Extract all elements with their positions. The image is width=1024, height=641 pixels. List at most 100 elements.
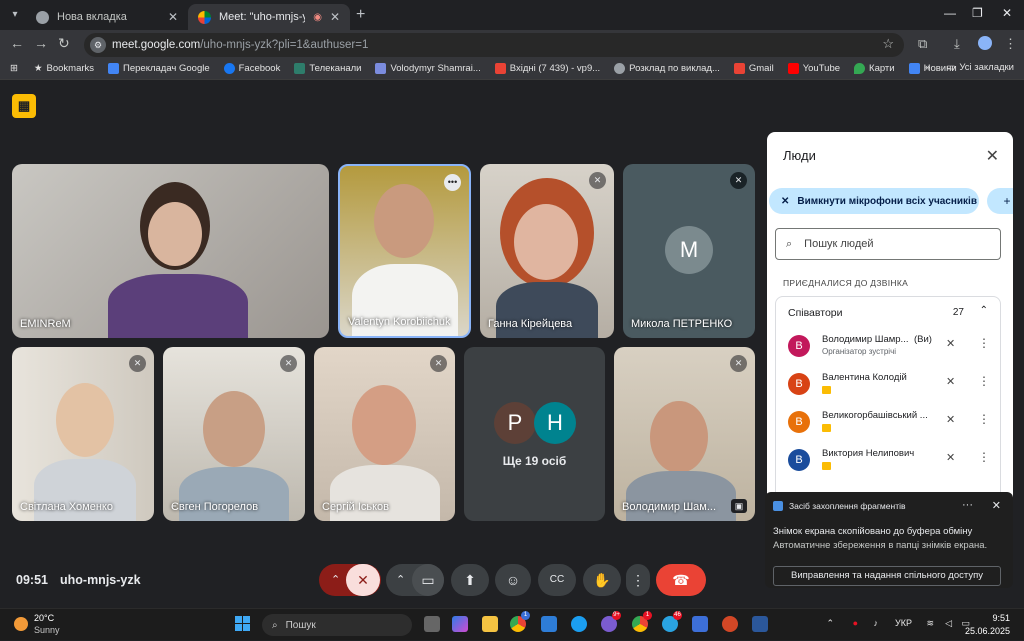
more-options-button[interactable]: ⋮ <box>626 564 650 596</box>
chevron-up-icon[interactable]: ⌃ <box>980 305 988 316</box>
captions-button[interactable]: CC <box>538 564 576 596</box>
all-bookmarks[interactable]: ▭ Усі закладки <box>946 62 1014 73</box>
new-tab-button[interactable]: + <box>356 6 365 24</box>
participant-row[interactable]: В Виктория Нелипович ✕ ⋮ <box>788 445 994 475</box>
apps-icon[interactable]: ⊞ <box>10 63 18 74</box>
video-tile[interactable]: EMINReM <box>12 164 329 338</box>
bookmark-schedule[interactable]: Розклад по виклад... <box>614 63 720 74</box>
mic-off-icon[interactable]: ✕ <box>946 413 955 426</box>
more-vert-icon[interactable]: ⋮ <box>978 336 990 350</box>
sun-icon[interactable] <box>14 617 28 631</box>
more-bookmarks-icon[interactable]: » <box>925 62 930 73</box>
participant-row[interactable]: В Великогорбашівський ... ✕ ⋮ <box>788 407 994 437</box>
folder-icon: ▭ <box>946 62 956 73</box>
forward-icon[interactable]: → <box>34 35 48 51</box>
app-tray-icon[interactable]: ● <box>853 618 858 628</box>
menu-icon[interactable]: ⋮ <box>1004 36 1017 52</box>
photos-icon[interactable] <box>692 616 708 632</box>
more-vert-icon[interactable]: ⋮ <box>978 412 990 426</box>
tab-new-tab[interactable]: Нова вкладка ✕ <box>26 4 188 30</box>
mic-toggle-button[interactable]: ✕ <box>346 564 380 596</box>
url-host: meet.google.com <box>112 39 201 51</box>
bookmark-gmail[interactable]: Gmail <box>733 63 774 74</box>
task-view-icon[interactable] <box>424 616 440 632</box>
mic-off-icon[interactable]: ✕ <box>946 337 955 350</box>
participant-video <box>514 204 578 280</box>
copilot-icon[interactable] <box>452 616 468 632</box>
hand-icon: ✋ <box>593 572 611 588</box>
store-icon[interactable] <box>541 616 557 632</box>
edge-icon[interactable] <box>571 616 587 632</box>
video-tile[interactable]: ✕ Світлана Хоменко <box>12 347 154 521</box>
tab-search-icon[interactable]: ▾ <box>6 6 24 24</box>
mic-off-icon[interactable]: ✕ <box>946 375 955 388</box>
restore-icon[interactable]: ❐ <box>972 6 983 20</box>
close-icon[interactable]: ✕ <box>992 499 1001 512</box>
video-tile[interactable]: ••• Valentyn Korobiichuk <box>338 164 471 338</box>
participant-row[interactable]: В Володимир Шамр... (Ви) Організатор зус… <box>788 331 994 361</box>
chevron-up-icon: ⌃ <box>331 574 341 586</box>
video-tile[interactable]: ✕ Ганна Кірейцева <box>480 164 614 338</box>
windows-start-icon[interactable] <box>235 616 251 632</box>
bookmark-maps[interactable]: Карти <box>854 63 895 74</box>
bookmark-youtube[interactable]: YouTube <box>787 63 840 74</box>
language-indicator[interactable]: УКР <box>895 618 912 628</box>
word-icon[interactable] <box>752 616 768 632</box>
tab-meet[interactable]: Meet: "uho-mnjs-yzk" ◉ ✕ <box>188 4 350 30</box>
raise-hand-button[interactable]: ✋ <box>583 564 621 596</box>
participant-row[interactable]: В Валентина Колодій ✕ ⋮ <box>788 369 994 399</box>
bookmark-star-icon[interactable]: ☆ <box>882 36 894 52</box>
video-tile[interactable]: ✕ Євген Погорелов <box>163 347 305 521</box>
video-tile[interactable]: ✕ ▣ Володимир Шам... <box>614 347 755 521</box>
edit-share-button[interactable]: Виправлення та надання спільного доступу <box>773 566 1001 586</box>
bookmark-tv[interactable]: Телеканали <box>294 63 361 74</box>
more-vert-icon[interactable]: ⋮ <box>978 374 990 388</box>
more-horiz-icon[interactable]: ··· <box>962 499 973 511</box>
back-icon[interactable]: ← <box>10 35 24 51</box>
bookmark-volodymyr[interactable]: Volodymyr Shamrai... <box>375 63 481 74</box>
bookmark-facebook[interactable]: Facebook <box>223 63 280 74</box>
mic-off-icon[interactable]: ✕ <box>946 451 955 464</box>
downloads-icon[interactable]: ⤓ <box>954 36 960 52</box>
chevron-up-icon[interactable]: ⌃ <box>826 618 834 629</box>
mic-icon[interactable]: ♪ <box>874 618 879 628</box>
bookmark-bookmarks[interactable]: ★ Bookmarks <box>34 63 94 74</box>
pip-icon[interactable]: ▣ <box>731 499 747 513</box>
address-bar[interactable]: ⚙ meet.google.com/uho-mnjs-yzk?pli=1&aut… <box>84 33 904 57</box>
people-search-input[interactable]: ⌕ Пошук людей <box>775 228 1001 260</box>
video-tile[interactable]: M ✕ Микола ПЕТРЕНКО <box>623 164 755 338</box>
powerpoint-icon[interactable] <box>722 616 738 632</box>
close-panel-icon[interactable]: ✕ <box>986 146 999 166</box>
close-tab-icon[interactable]: ✕ <box>330 10 340 24</box>
bookmark-translate[interactable]: Перекладач Google <box>108 63 210 74</box>
site-info-icon[interactable]: ⚙ <box>90 37 106 53</box>
more-vert-icon[interactable]: ⋮ <box>978 450 990 464</box>
taskbar-search[interactable]: ⌕ Пошук <box>262 614 412 636</box>
reactions-button[interactable]: ☺ <box>495 564 531 596</box>
participant-name: Микола ПЕТРЕНКО <box>631 318 733 330</box>
clock-time[interactable]: 9:51 <box>992 613 1010 623</box>
snipping-tool-notification[interactable]: Засіб захоплення фрагментів ··· ✕ Знімок… <box>765 492 1013 588</box>
bookmark-inbox[interactable]: Вхідні (7 439) - vp9... <box>494 63 600 74</box>
wifi-icon[interactable]: ≋ <box>926 618 934 629</box>
more-options-icon[interactable]: ••• <box>444 174 461 191</box>
volume-icon[interactable]: ◁ <box>945 618 952 629</box>
mic-off-icon: ✕ <box>129 355 146 372</box>
mute-all-button[interactable]: ✕ Вимкнути мікрофони всіх учасників <box>769 188 979 214</box>
profile-avatar[interactable] <box>978 36 992 50</box>
more-participants-tile[interactable]: P H Ще 19 осіб <box>464 347 605 521</box>
present-button[interactable]: ⬆ <box>451 564 489 596</box>
file-explorer-icon[interactable] <box>482 616 498 632</box>
bookmark-label: Gmail <box>748 63 774 74</box>
add-people-button[interactable]: + <box>987 188 1013 214</box>
close-tab-icon[interactable]: ✕ <box>168 10 178 24</box>
close-window-icon[interactable]: ✕ <box>1002 6 1012 20</box>
minimize-icon[interactable]: — <box>944 6 956 20</box>
leave-call-button[interactable]: ☎ <box>656 564 706 596</box>
extensions-icon[interactable]: ⧉ <box>918 36 927 52</box>
reload-icon[interactable]: ↻ <box>58 35 70 52</box>
clock-date[interactable]: 25.06.2025 <box>965 626 1010 636</box>
video-tile[interactable]: ✕ Сергій Іськов <box>314 347 455 521</box>
camera-toggle-button[interactable]: ▭ <box>412 564 444 596</box>
host-controls-icon[interactable]: ▦ <box>12 94 36 118</box>
